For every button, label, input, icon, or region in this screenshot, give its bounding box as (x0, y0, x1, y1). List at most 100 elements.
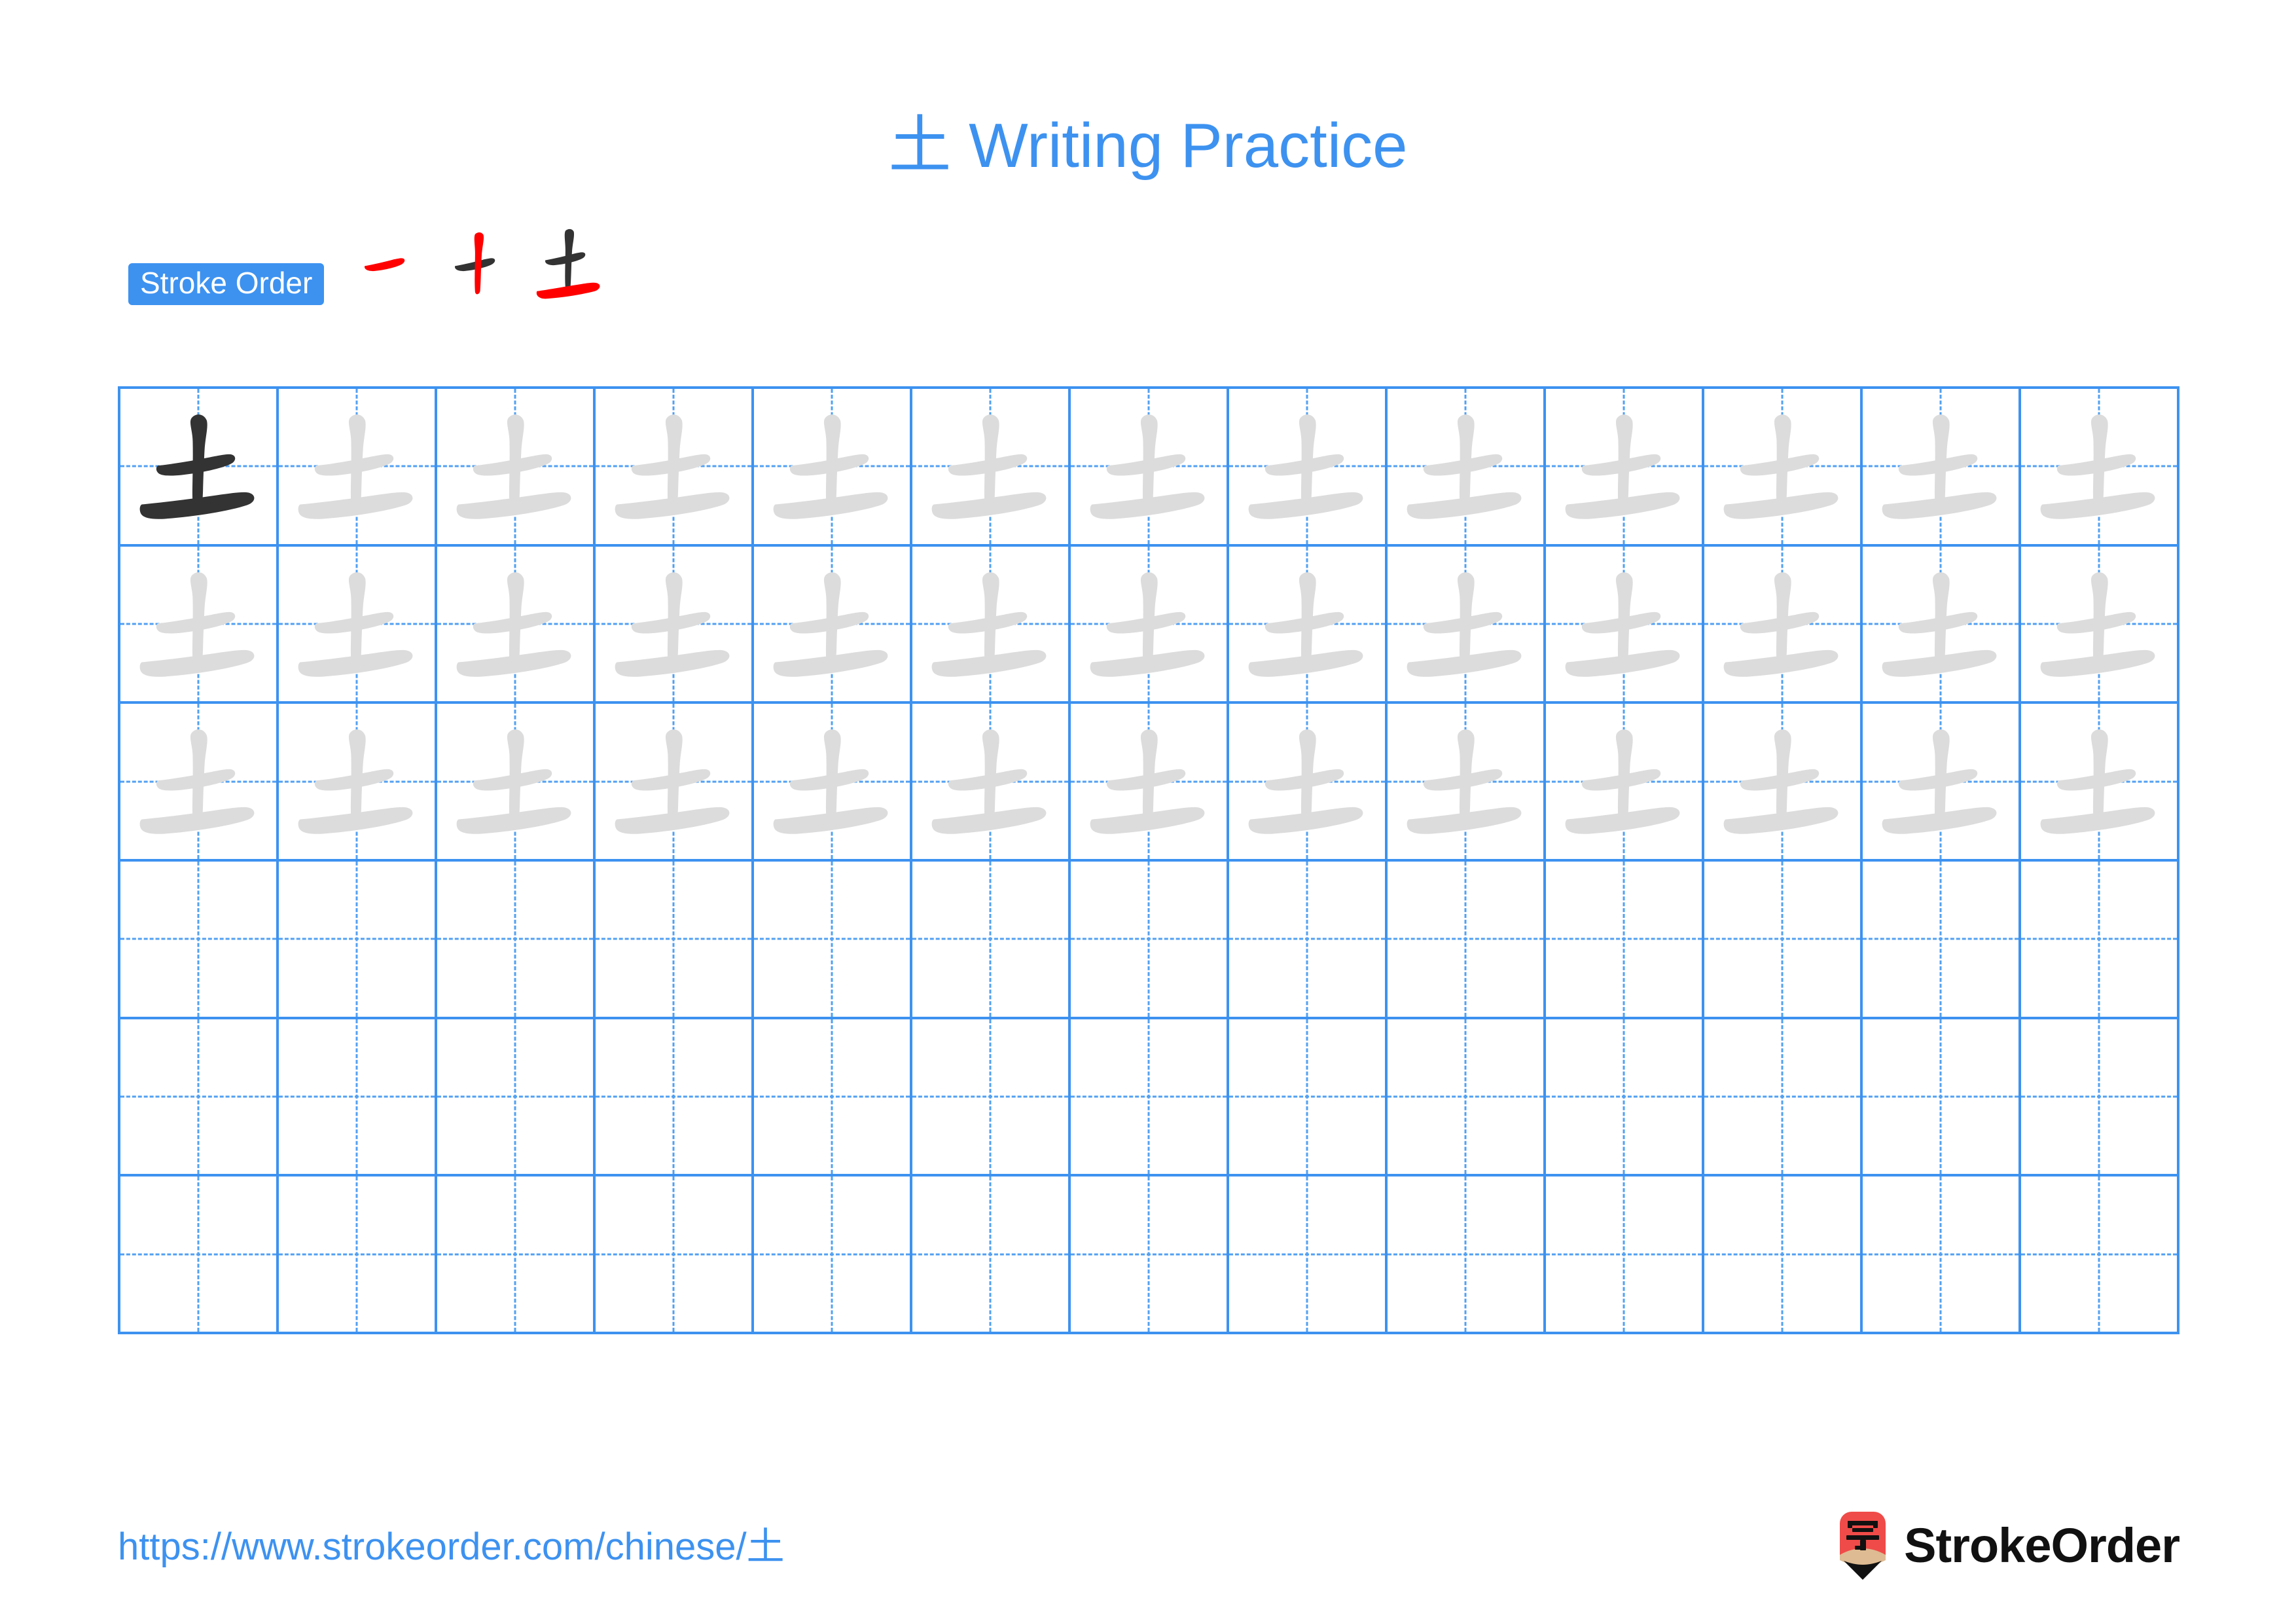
trace-character-cell (279, 704, 437, 862)
trace-character-cell (437, 546, 596, 704)
blank-practice-cell (120, 1176, 279, 1334)
trace-character-cell (1704, 389, 1863, 547)
blank-practice-cell (437, 862, 596, 1019)
trace-character-glyph (1546, 704, 1702, 859)
page-title: 土 Writing Practice (0, 109, 2296, 183)
trace-character-cell (912, 704, 1071, 862)
trace-character-cell (912, 389, 1071, 547)
trace-character-cell (120, 704, 279, 862)
blank-practice-cell (754, 1176, 912, 1334)
trace-character-glyph (1388, 547, 1543, 702)
pencil-logo-icon (1835, 1512, 1891, 1580)
blank-practice-cell (1388, 862, 1546, 1019)
trace-character-cell (2021, 546, 2179, 704)
blank-practice-cell (1863, 1019, 2021, 1177)
blank-practice-cell (1704, 862, 1863, 1019)
trace-character-cell (279, 389, 437, 547)
trace-character-glyph (1546, 547, 1702, 702)
trace-character-glyph (596, 389, 751, 544)
trace-character-glyph (1388, 389, 1543, 544)
practice-grid (118, 386, 2179, 1334)
blank-practice-cell (1229, 1176, 1388, 1334)
trace-character-glyph (912, 704, 1068, 859)
trace-character-cell (754, 389, 912, 547)
trace-character-glyph (279, 704, 435, 859)
trace-character-glyph (2021, 547, 2177, 702)
trace-character-cell (1863, 704, 2021, 862)
blank-practice-cell (279, 1176, 437, 1334)
brand-logo: StrokeOrder (1835, 1510, 2180, 1582)
trace-character-cell (1229, 546, 1388, 704)
trace-character-cell (1546, 546, 1704, 704)
trace-character-cell (2021, 389, 2179, 547)
blank-practice-cell (1546, 1176, 1704, 1334)
trace-character-cell (1388, 546, 1546, 704)
trace-character-glyph (120, 547, 276, 702)
trace-character-glyph (279, 389, 435, 544)
trace-character-glyph (912, 389, 1068, 544)
trace-character-cell (1863, 546, 2021, 704)
blank-practice-cell (1071, 862, 1229, 1019)
trace-character-glyph (596, 547, 751, 702)
trace-character-glyph (1863, 704, 2018, 859)
trace-character-glyph (120, 704, 276, 859)
trace-character-glyph (912, 547, 1068, 702)
blank-practice-cell (1704, 1176, 1863, 1334)
trace-character-cell (1388, 389, 1546, 547)
blank-practice-cell (279, 1019, 437, 1177)
trace-character-glyph (754, 704, 910, 859)
blank-practice-cell (437, 1019, 596, 1177)
trace-character-cell (596, 546, 754, 704)
blank-practice-cell (1071, 1176, 1229, 1334)
trace-character-glyph (754, 547, 910, 702)
trace-character-glyph (2021, 704, 2177, 859)
blank-practice-cell (1863, 1176, 2021, 1334)
trace-character-glyph (1071, 547, 1227, 702)
trace-character-glyph (1704, 389, 1860, 544)
blank-practice-cell (2021, 1019, 2179, 1177)
model-character-cell (120, 389, 279, 547)
trace-character-glyph (1229, 704, 1385, 859)
trace-character-glyph (1229, 547, 1385, 702)
trace-character-glyph (437, 389, 593, 544)
trace-character-glyph (437, 704, 593, 859)
blank-practice-cell (912, 1176, 1071, 1334)
trace-character-cell (1704, 704, 1863, 862)
page-title-text: Writing Practice (969, 111, 1408, 181)
trace-character-glyph (1388, 704, 1543, 859)
blank-practice-cell (1388, 1176, 1546, 1334)
stroke-order-section: Stroke Order (128, 228, 617, 310)
trace-character-cell (279, 546, 437, 704)
model-character-glyph (120, 389, 276, 544)
blank-practice-cell (1388, 1019, 1546, 1177)
trace-character-glyph (1704, 704, 1860, 859)
blank-practice-cell (1704, 1019, 1863, 1177)
stroke-step-1 (346, 220, 430, 304)
trace-character-cell (2021, 704, 2179, 862)
trace-character-cell (437, 389, 596, 547)
stroke-order-badge: Stroke Order (128, 263, 325, 305)
blank-practice-cell (1546, 1019, 1704, 1177)
trace-character-glyph (596, 704, 751, 859)
trace-character-cell (437, 704, 596, 862)
blank-practice-cell (1229, 862, 1388, 1019)
trace-character-cell (1229, 389, 1388, 547)
page-title-character: 土 (888, 109, 952, 182)
stroke-step-2 (437, 220, 520, 304)
trace-character-cell (1071, 389, 1229, 547)
trace-character-cell (596, 704, 754, 862)
blank-practice-cell (596, 1176, 754, 1334)
trace-character-glyph (437, 547, 593, 702)
blank-practice-cell (120, 1019, 279, 1177)
trace-character-cell (1704, 546, 1863, 704)
trace-character-glyph (1071, 704, 1227, 859)
blank-practice-cell (2021, 1176, 2179, 1334)
blank-practice-cell (2021, 862, 2179, 1019)
blank-practice-cell (754, 1019, 912, 1177)
blank-practice-cell (754, 862, 912, 1019)
trace-character-glyph (1863, 389, 2018, 544)
blank-practice-cell (596, 862, 754, 1019)
blank-practice-cell (912, 1019, 1071, 1177)
blank-practice-cell (1071, 1019, 1229, 1177)
source-url[interactable]: https://www.strokeorder.com/chinese/土 (118, 1524, 785, 1570)
